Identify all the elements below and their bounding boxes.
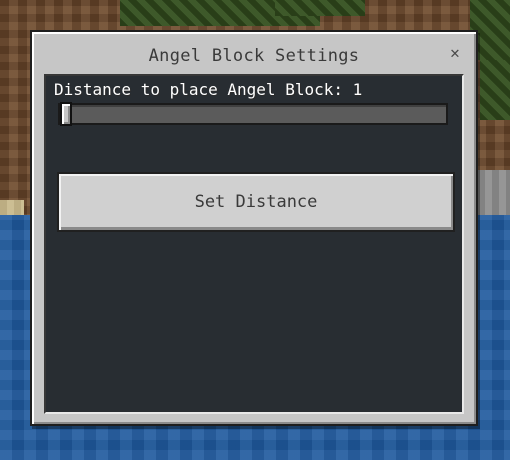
set-distance-button-label: Set Distance — [194, 192, 318, 212]
sand-block — [0, 200, 24, 216]
distance-slider[interactable] — [58, 102, 448, 126]
dialog-title-bar: Angel Block Settings ✕ — [32, 32, 476, 74]
tree-foliage — [275, 0, 365, 16]
settings-panel: Distance to place Angel Block: 1 Set Dis… — [44, 74, 464, 414]
angel-block-settings-dialog: Angel Block Settings ✕ Distance to place… — [30, 30, 478, 426]
close-icon: ✕ — [450, 43, 460, 62]
close-button[interactable]: ✕ — [444, 42, 466, 64]
tree-foliage — [480, 60, 510, 120]
distance-label: Distance to place Angel Block: 1 — [54, 80, 363, 99]
set-distance-button[interactable]: Set Distance — [57, 172, 455, 232]
dialog-title: Angel Block Settings — [148, 46, 360, 66]
slider-thumb[interactable] — [60, 102, 72, 126]
